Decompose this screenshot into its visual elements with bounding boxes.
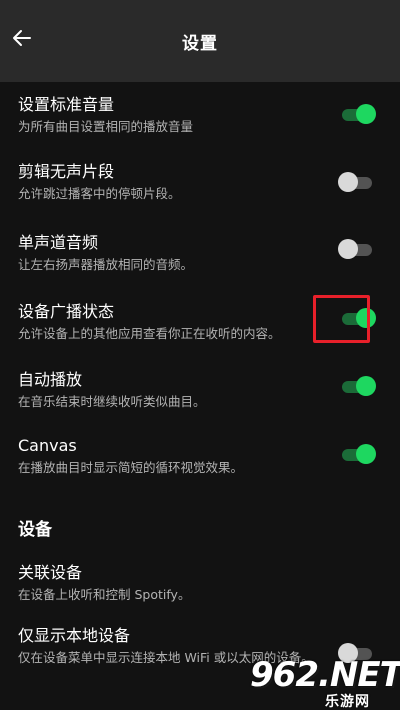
setting-title: Canvas (18, 436, 77, 455)
setting-title: 设备广播状态 (18, 302, 115, 321)
setting-description: 在播放曲目时显示简短的循环视觉效果。 (18, 460, 244, 475)
setting-description: 为所有曲目设置相同的播放音量 (18, 119, 194, 134)
page-title: 设置 (182, 34, 218, 54)
watermark-logo-text: 962.NET (250, 655, 400, 695)
watermark-logo: 962.NET 乐游网 (250, 655, 400, 710)
setting-title: 关联设备 (18, 563, 83, 582)
toggle-switch[interactable] (339, 104, 376, 124)
setting-description: 允许设备上的其他应用查看你正在收听的内容。 (18, 326, 281, 341)
section-header-devices: 设备 (18, 520, 52, 540)
toggle-switch[interactable] (338, 239, 375, 259)
setting-description: 允许跳过播客中的停顿片段。 (18, 186, 181, 201)
toggle-knob (338, 239, 358, 259)
top-bar: 设置 (0, 0, 400, 82)
settings-screen: 设置 设置标准音量 为所有曲目设置相同的播放音量 剪辑无声片段 允许跳过播客中的… (0, 0, 400, 710)
toggle-knob (338, 172, 358, 192)
setting-row-canvas[interactable]: Canvas 在播放曲目时显示简短的循环视觉效果。 (0, 436, 400, 506)
toggle-switch[interactable] (339, 376, 376, 396)
setting-description: 让左右扬声器播放相同的音频。 (18, 257, 194, 272)
setting-row-mono-audio[interactable]: 单声道音频 让左右扬声器播放相同的音频。 (0, 233, 400, 303)
setting-description: 在设备上收听和控制 Spotify。 (18, 587, 191, 602)
toggle-knob (356, 444, 376, 464)
setting-title: 单声道音频 (18, 233, 99, 252)
highlight-annotation-box (313, 295, 370, 343)
setting-title: 剪辑无声片段 (18, 162, 115, 181)
setting-row-autoplay[interactable]: 自动播放 在音乐结束时继续收听类似曲目。 (0, 370, 400, 440)
setting-title: 设置标准音量 (18, 95, 115, 114)
toggle-switch[interactable] (339, 444, 376, 464)
setting-row-normalize-volume[interactable]: 设置标准音量 为所有曲目设置相同的播放音量 (0, 95, 400, 165)
toggle-knob (356, 376, 376, 396)
setting-row-trim-silence[interactable]: 剪辑无声片段 允许跳过播客中的停顿片段。 (0, 162, 400, 232)
watermark-sub-text: 乐游网 (325, 694, 370, 710)
toggle-knob (356, 104, 376, 124)
setting-description: 在音乐结束时继续收听类似曲目。 (18, 394, 206, 409)
setting-row-connect-device[interactable]: 关联设备 在设备上收听和控制 Spotify。 (0, 563, 400, 633)
toggle-switch[interactable] (338, 172, 375, 192)
setting-title: 仅显示本地设备 (18, 626, 131, 645)
setting-title: 自动播放 (18, 370, 83, 389)
